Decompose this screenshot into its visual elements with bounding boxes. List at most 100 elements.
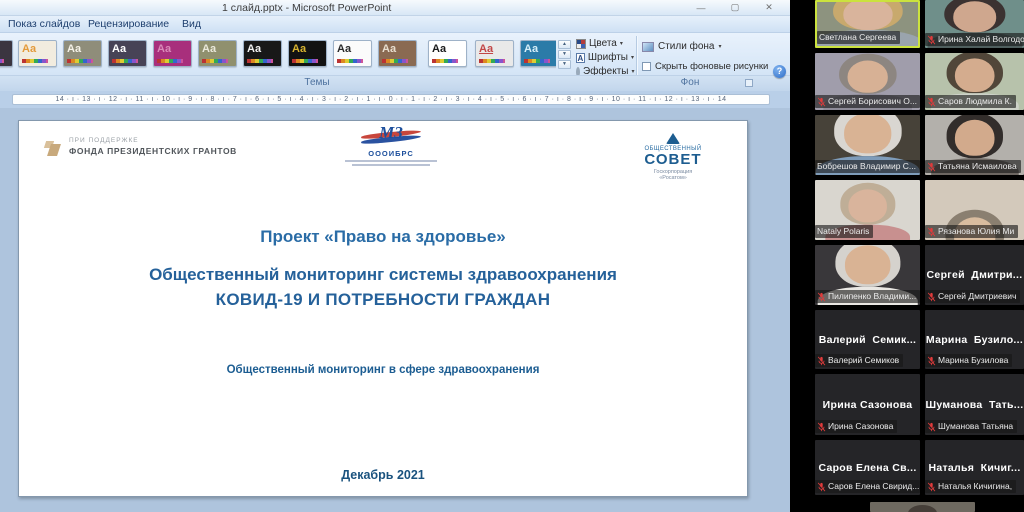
chevron-down-icon: ▾ <box>718 43 721 50</box>
theme-aa-preview: Aa <box>22 42 36 56</box>
gallery-up-icon[interactable]: ▲ <box>558 40 571 49</box>
hide-background-graphics[interactable]: Скрыть фоновые рисунки <box>642 61 768 72</box>
hide-background-label: Скрыть фоновые рисунки <box>655 61 768 72</box>
slide-workspace[interactable]: ПРИ ПОДДЕРЖКЕ ФОНДА ПРЕЗИДЕНТСКИХ ГРАНТО… <box>0 108 790 497</box>
tab-view[interactable]: Вид <box>176 17 207 32</box>
participant-tile[interactable]: Татьяна Исмаилова <box>925 115 1024 175</box>
ribbon: Aa Aa Aa Aa Aa Aa Aa Aa Aa Aa Aa Aa Aa <box>0 33 790 91</box>
theme-aa-preview: Aa <box>337 42 351 56</box>
participant-tile[interactable] <box>870 502 975 512</box>
participant-name-label: Марина Бузилова <box>925 354 1012 367</box>
theme-aa-preview: Aa <box>112 42 126 56</box>
theme-aa-preview: Aa <box>432 42 446 56</box>
slide-title-line2[interactable]: Общественный мониторинг системы здравоох… <box>19 265 747 285</box>
chevron-down-icon: ▾ <box>631 54 634 61</box>
gallery-down-icon[interactable]: ▼ <box>558 50 571 59</box>
theme-fonts-button[interactable]: A Шрифты ▾ <box>576 51 634 64</box>
logo-smalltext-bar <box>345 160 437 162</box>
participant-tile[interactable]: Наталья Кичиг... Наталья Кичигина, <box>925 440 1024 495</box>
theme-color-swatch <box>292 59 318 63</box>
theme-aa-preview: Aa <box>524 42 538 56</box>
theme-color-swatch <box>67 59 93 63</box>
council-line4: «Росатом» <box>621 175 725 181</box>
close-icon[interactable]: ✕ <box>760 1 778 14</box>
oooibrs-logo: МЗ ОООИБРС <box>331 129 451 166</box>
group-label-strip: Темы Фон ? <box>0 75 790 91</box>
window-controls: — ▢ ✕ <box>692 1 778 14</box>
theme-color-swatch <box>0 59 4 63</box>
muted-mic-icon <box>927 292 936 302</box>
muted-mic-icon <box>927 356 936 366</box>
maximize-icon[interactable]: ▢ <box>726 1 744 14</box>
participant-tile[interactable]: Ирина Халай Волгодо <box>925 0 1024 48</box>
title-bar[interactable]: 1 слайд.pptx - Microsoft PowerPoint — ▢ … <box>0 0 790 16</box>
participant-name-label: Бобрешов Владимир С... <box>815 160 920 173</box>
theme-color-swatch <box>337 59 363 63</box>
slide-canvas[interactable]: ПРИ ПОДДЕРЖКЕ ФОНДА ПРЕЗИДЕНТСКИХ ГРАНТО… <box>18 120 748 497</box>
theme-thumbnail[interactable]: Aa <box>288 40 327 67</box>
participant-name-label: Рязанова Юлия Ми <box>925 225 1018 238</box>
participant-name-label: Nataly Polaris <box>815 225 873 238</box>
theme-thumbnail[interactable]: Aa <box>153 40 192 67</box>
chevron-down-icon: ▾ <box>631 68 634 75</box>
theme-thumbnail[interactable]: Aa <box>378 40 417 67</box>
minimize-icon[interactable]: — <box>692 1 710 14</box>
participant-tile[interactable]: Nataly Polaris <box>815 180 920 240</box>
participant-video <box>908 505 937 512</box>
background-styles-button[interactable]: Стили фона ▾ <box>642 41 721 52</box>
theme-thumbnail[interactable]: Aa <box>428 40 467 67</box>
tab-review[interactable]: Рецензирование <box>82 17 175 32</box>
background-styles-icon <box>642 42 654 52</box>
participant-name-label: Татьяна Исмаилова <box>925 160 1021 173</box>
theme-thumbnail[interactable]: Aa <box>520 40 556 67</box>
help-icon[interactable]: ? <box>773 65 786 78</box>
chevron-down-icon: ▾ <box>620 40 623 47</box>
participant-tile[interactable]: Ирина Сазонова Ирина Сазонова <box>815 374 920 435</box>
grants-fund-icon <box>44 139 62 157</box>
participant-name-label: Светлана Сергеева <box>817 31 900 44</box>
gallery-more-icon[interactable]: ▼ <box>558 60 571 69</box>
participant-tile[interactable]: Саров Людмила К. <box>925 53 1024 110</box>
slide-subtitle[interactable]: Общественный мониторинг в сфере здравоох… <box>19 364 747 376</box>
slide-title-line1[interactable]: Проект «Право на здоровье» <box>19 227 747 247</box>
mz-emblem: МЗ <box>359 123 423 143</box>
theme-thumbnail[interactable]: Aa <box>0 40 13 67</box>
themes-group-label: Темы <box>0 77 634 88</box>
participant-tile[interactable]: Сергей Дмитри... Сергей Дмитриевич <box>925 245 1024 305</box>
muted-mic-icon <box>817 97 826 107</box>
slide-title-line3[interactable]: КОВИД-19 И ПОТРЕБНОСТИ ГРАЖДАН <box>19 290 747 310</box>
theme-color-swatch <box>524 59 550 63</box>
participant-tile[interactable]: Марина Бузило... Марина Бузилова <box>925 310 1024 369</box>
theme-thumbnail[interactable]: Aa <box>243 40 282 67</box>
ruler: 14 · ı · 13 · ı · 12 · ı · 11 · ı · 10 ·… <box>0 91 790 108</box>
window-gap <box>790 0 812 512</box>
participant-tile[interactable]: Рязанова Юлия Ми <box>925 180 1024 240</box>
slide-date[interactable]: Декабрь 2021 <box>19 468 747 482</box>
participant-tile[interactable]: Шуманова Тать... Шуманова Татьяна <box>925 374 1024 435</box>
theme-thumbnail[interactable]: Aa <box>108 40 147 67</box>
theme-thumbnail[interactable]: Aa <box>198 40 237 67</box>
checkbox-icon[interactable] <box>642 62 651 71</box>
dialog-launcher-icon[interactable] <box>745 79 753 87</box>
theme-thumbnail[interactable]: Aa <box>475 40 514 67</box>
theme-gallery-scroll: ▲ ▼ ▼ <box>558 40 571 68</box>
theme-thumbnail[interactable]: Aa <box>63 40 102 67</box>
theme-thumbnail[interactable]: Aa <box>333 40 372 67</box>
muted-mic-icon <box>927 422 936 432</box>
participant-name-label: Шуманова Татьяна <box>925 420 1017 433</box>
theme-colors-button[interactable]: Цвета ▾ <box>576 37 634 50</box>
grant-logo-line1: ПРИ ПОДДЕРЖКЕ <box>69 137 237 144</box>
participant-tile[interactable]: Пилипенко Владими... <box>815 245 920 305</box>
tab-slideshow[interactable]: Показ слайдов <box>2 17 86 32</box>
theme-color-swatch <box>432 59 458 63</box>
theme-color-swatch <box>247 59 273 63</box>
participant-tile[interactable]: Сергей Борисович О... <box>815 53 920 110</box>
theme-thumbnail[interactable]: Aa <box>18 40 57 67</box>
ribbon-tab-row: Показ слайдов Рецензирование Вид <box>0 16 790 33</box>
participant-tile[interactable]: Бобрешов Владимир С... <box>815 115 920 175</box>
muted-mic-icon <box>817 482 826 492</box>
participant-tile[interactable]: Валерий Семик... Валерий Семиков <box>815 310 920 369</box>
muted-mic-icon <box>817 292 826 302</box>
participant-tile[interactable]: Саров Елена Св... Саров Елена Свирид... <box>815 440 920 495</box>
participant-tile[interactable]: Светлана Сергеева <box>815 0 920 48</box>
